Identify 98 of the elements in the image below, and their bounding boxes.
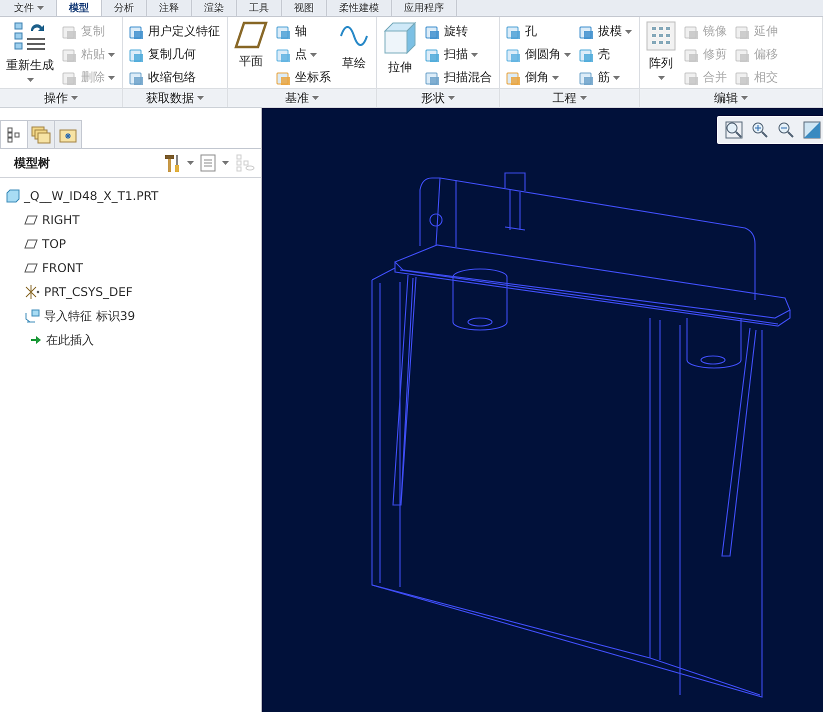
tool-icon [129, 70, 145, 86]
plane-icon [234, 21, 268, 49]
caret-icon [552, 76, 559, 80]
ribbon-button[interactable]: 阵列 [644, 21, 678, 85]
group-label[interactable]: 操作 [44, 90, 68, 106]
tool-icon [684, 24, 700, 40]
tree-item[interactable]: PRT_CSYS_DEF [44, 285, 133, 299]
caret-icon [71, 96, 78, 100]
tool-icon [129, 24, 145, 40]
plane-icon [24, 239, 38, 249]
ribbon-button[interactable]: 扫描 [423, 44, 494, 65]
coordinate-system-icon [24, 285, 40, 299]
favorites-folder-icon [59, 126, 77, 142]
navigator-tab[interactable] [27, 120, 55, 148]
tree-item[interactable]: TOP [42, 237, 66, 251]
caret-icon [564, 52, 571, 56]
ribbon-button[interactable]: 重新生成 [4, 21, 56, 85]
ribbon-button[interactable]: 坐标系 [274, 67, 333, 88]
ribbon-button[interactable]: 轴 [274, 21, 333, 42]
caret-icon [658, 76, 664, 80]
ribbon-button[interactable]: 收缩包络 [127, 67, 222, 88]
ribbon-button[interactable]: 孔 [504, 21, 573, 42]
ribbon-button[interactable]: 拔模 [577, 21, 634, 42]
tool-icon [506, 46, 522, 62]
navigator-tab[interactable] [0, 120, 28, 148]
tool-icon [129, 46, 145, 62]
ribbon-button[interactable]: 复制几何 [127, 44, 222, 65]
menu-tab[interactable]: 模型 [57, 0, 102, 16]
ribbon-button[interactable]: 壳 [577, 44, 634, 65]
tool-icon [276, 46, 292, 62]
tool-icon [506, 70, 522, 86]
caret-icon [625, 30, 632, 34]
tools-icon[interactable] [163, 153, 181, 173]
caret-icon [471, 52, 478, 56]
group-label[interactable]: 基准 [285, 90, 309, 106]
tool-icon [425, 24, 441, 40]
caret-icon [26, 78, 34, 82]
panel-title: 模型树 [14, 154, 51, 172]
ribbon-button[interactable]: 倒圆角 [504, 44, 573, 65]
caret-icon [448, 96, 455, 100]
tree-item[interactable]: _Q__W_ID48_X_T1.PRT [24, 189, 158, 203]
tree-item[interactable]: RIGHT [42, 213, 80, 227]
ribbon-button[interactable]: 草绘 [337, 21, 371, 85]
ribbon-button[interactable]: 倒角 [504, 67, 573, 88]
caret-icon [197, 96, 204, 100]
import-feature-icon [24, 309, 40, 323]
tool-icon [735, 46, 751, 62]
caret-icon [108, 76, 115, 80]
tool-icon [684, 46, 700, 62]
caret-icon [187, 161, 194, 165]
caret-icon [310, 52, 317, 56]
regenerate-icon [13, 21, 47, 53]
ribbon-button[interactable]: 筋 [577, 67, 634, 88]
ribbon-button[interactable]: 用户定义特征 [127, 21, 222, 42]
group-label[interactable]: 工程 [552, 90, 576, 106]
navigator-tab[interactable] [54, 120, 82, 148]
plane-icon [24, 263, 38, 273]
caret-icon [222, 161, 229, 165]
caret-icon [580, 96, 586, 100]
group-label[interactable]: 形状 [421, 90, 445, 106]
tree-item[interactable]: 导入特征 标识39 [44, 308, 136, 324]
caret-icon [108, 52, 115, 56]
tool-icon [579, 70, 595, 86]
tool-icon [735, 70, 751, 86]
tool-icon [276, 24, 292, 40]
folders-icon [31, 126, 51, 144]
tool-icon [276, 70, 292, 86]
tree-item[interactable]: FRONT [42, 261, 83, 275]
tool-icon [506, 24, 522, 40]
tool-icon [425, 70, 441, 86]
tool-icon [735, 24, 751, 40]
list-settings-icon[interactable] [200, 154, 216, 172]
tool-icon [579, 46, 595, 62]
tree-item[interactable]: 在此插入 [46, 332, 94, 348]
group-label[interactable]: 编辑 [714, 90, 738, 106]
tool-icon [62, 24, 78, 40]
ribbon-button[interactable]: 扫描混合 [423, 67, 494, 88]
caret-icon [312, 96, 319, 100]
tool-icon [684, 70, 700, 86]
caret-icon [37, 6, 44, 10]
tool-icon [425, 46, 441, 62]
tree-icon [7, 126, 21, 142]
shading-button[interactable] [801, 119, 823, 141]
plane-icon [24, 215, 38, 225]
ribbon-button[interactable]: 点 [274, 44, 333, 65]
caret-icon [613, 76, 620, 80]
part-icon [6, 189, 20, 203]
arrow-icon [30, 335, 42, 345]
caret-icon [741, 96, 748, 100]
ribbon-button[interactable]: 拉伸 [381, 21, 419, 85]
cube-icon [383, 21, 417, 55]
zoom-fit-button[interactable] [723, 119, 745, 141]
ribbon-button[interactable]: 平面 [232, 21, 270, 85]
ribbon-button[interactable]: 旋转 [423, 21, 494, 42]
grid-icon [646, 21, 676, 51]
tool-icon [62, 46, 78, 62]
tool-icon [62, 70, 78, 86]
tool-icon [579, 24, 595, 40]
